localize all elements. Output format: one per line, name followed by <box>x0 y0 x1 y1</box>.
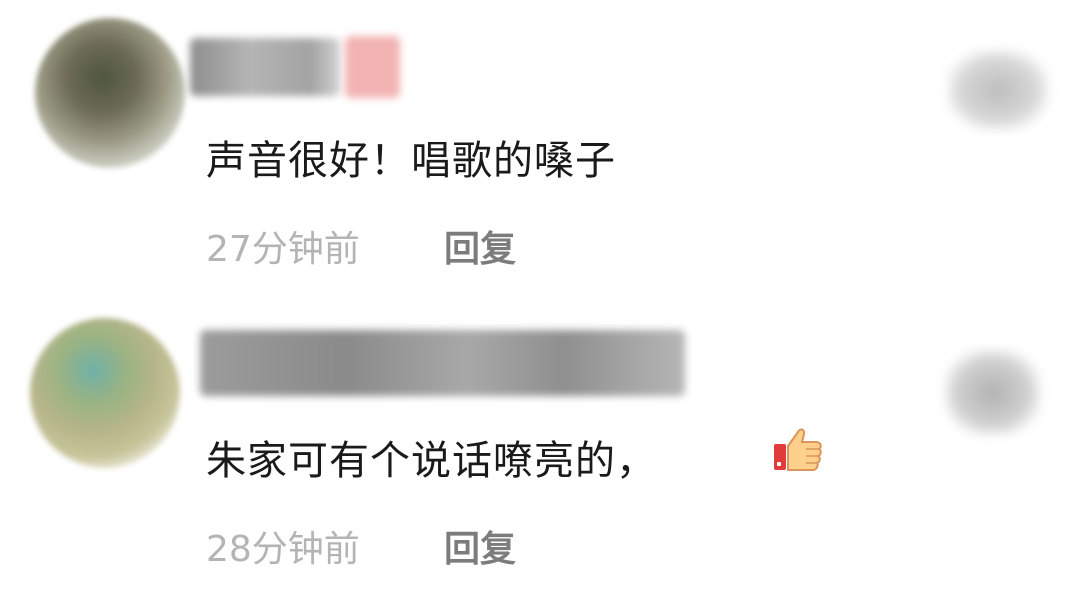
reply-button[interactable]: 回复 <box>444 520 516 572</box>
comment-text: 声音很好！唱歌的嗓子 <box>206 138 616 184</box>
username-redacted[interactable] <box>200 330 685 396</box>
comment-text: 朱家可有个说话嘹亮的， <box>206 438 657 484</box>
comment-action-redacted[interactable] <box>948 50 1048 130</box>
username-badge-redacted <box>345 36 400 98</box>
avatar[interactable] <box>30 318 180 468</box>
reply-button[interactable]: 回复 <box>444 220 516 272</box>
comment-action-redacted[interactable] <box>945 350 1040 435</box>
username-redacted[interactable] <box>190 38 340 96</box>
avatar[interactable] <box>35 18 185 168</box>
comment-time: 27分钟前 <box>206 229 360 270</box>
comment-time: 28分钟前 <box>206 529 360 570</box>
thumbs-up-icon <box>774 428 822 471</box>
